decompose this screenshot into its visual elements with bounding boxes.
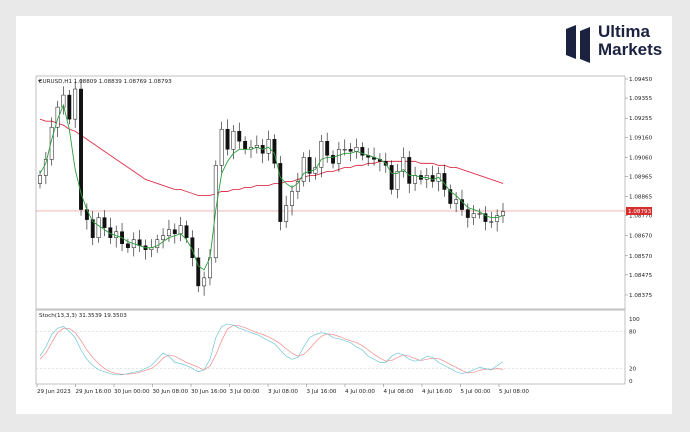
candle-body [325, 141, 330, 156]
candle-body [178, 225, 183, 234]
candle-body [166, 229, 171, 236]
candle-body [172, 229, 177, 234]
time-tick-label: 30 Jun 00:00 [114, 389, 150, 395]
candle-body [342, 149, 347, 151]
price-chart[interactable]: EURUSD,H1 1.08809 1.08839 1.08769 1.0879… [0, 0, 690, 432]
stoch-tick-label: 20 [629, 367, 637, 373]
price-tick-label: 1.09255 [629, 116, 653, 122]
candle-body [219, 128, 224, 166]
price-tick-label: 1.09160 [629, 135, 653, 141]
symbol-header: EURUSD,H1 1.08809 1.08839 1.08769 1.0879… [39, 79, 172, 85]
candle-body [471, 213, 476, 218]
candle-body [477, 213, 482, 215]
candle-body [237, 130, 242, 142]
candle-body [501, 211, 505, 216]
candle-body [442, 173, 447, 190]
candle-body [102, 217, 107, 228]
time-tick-label: 4 Jul 00:00 [345, 389, 375, 395]
candle-body [96, 217, 101, 238]
candle-body [348, 149, 353, 152]
candle-body [495, 215, 500, 222]
price-tick-label: 1.08570 [629, 254, 653, 260]
price-tick-label: 1.08965 [629, 174, 653, 180]
candle-body [114, 231, 119, 238]
time-tick-label: 30 Jun 08:00 [153, 389, 189, 395]
candle-body [489, 221, 494, 223]
candle-body [125, 243, 130, 248]
candle-body [225, 128, 230, 150]
candle-body [354, 147, 359, 152]
candle-body [38, 175, 42, 184]
price-tick-label: 1.09450 [629, 77, 653, 83]
candle-body [454, 199, 459, 204]
candle-body [284, 205, 289, 222]
time-tick-label: 4 Jul 08:00 [384, 389, 414, 395]
candle-body [413, 175, 418, 184]
stoch-tick-label: 80 [629, 329, 637, 335]
candle-body [301, 157, 306, 182]
candle-body [290, 191, 294, 206]
time-tick-label: 29 Jun 2023 [37, 389, 71, 395]
candle-body [243, 141, 248, 150]
time-tick-label: 3 Jul 08:00 [268, 389, 298, 395]
time-tick-label: 3 Jul 16:00 [307, 389, 337, 395]
candle-body [389, 165, 394, 190]
time-tick-label: 4 Jul 16:00 [422, 389, 452, 395]
time-tick-label: 29 Jun 16:00 [76, 389, 112, 395]
price-tick-label: 1.08865 [629, 195, 653, 201]
candle-body [465, 209, 470, 218]
stoch-tick-label: 100 [629, 317, 640, 323]
time-tick-label: 5 Jul 00:00 [461, 389, 491, 395]
stoch-tick-label: 0 [629, 379, 633, 385]
time-tick-label: 3 Jul 00:00 [230, 389, 260, 395]
candle-body [266, 139, 271, 154]
price-tick-label: 1.09355 [629, 96, 653, 102]
candle-body [184, 225, 189, 238]
candle-body [407, 157, 412, 184]
candle-body [79, 88, 83, 210]
price-tick-label: 1.09060 [629, 155, 653, 161]
candle-body [161, 235, 166, 240]
candle-body [336, 149, 341, 164]
price-tick-label: 1.08375 [629, 293, 653, 299]
stoch-header: Stoch(13,3,3) 31.3539 19.3503 [39, 313, 127, 319]
price-panel [35, 75, 626, 310]
candle-body [395, 171, 400, 190]
price-tick-label: 1.08670 [629, 234, 653, 240]
price-tick-label: 1.08475 [629, 273, 653, 279]
stochastic-panel [35, 309, 626, 385]
time-tick-label: 5 Jul 08:00 [499, 389, 529, 395]
candle-body [67, 94, 72, 120]
candle-body [231, 130, 236, 150]
candle-body [73, 88, 78, 120]
candle-body [319, 141, 324, 168]
candle-body [430, 175, 435, 182]
candle-body [202, 277, 207, 287]
candle-body [137, 239, 142, 246]
time-tick-label: 30 Jun 16:00 [191, 389, 227, 395]
candle-body [313, 167, 318, 174]
current-price-label: 1.08793 [628, 209, 652, 215]
